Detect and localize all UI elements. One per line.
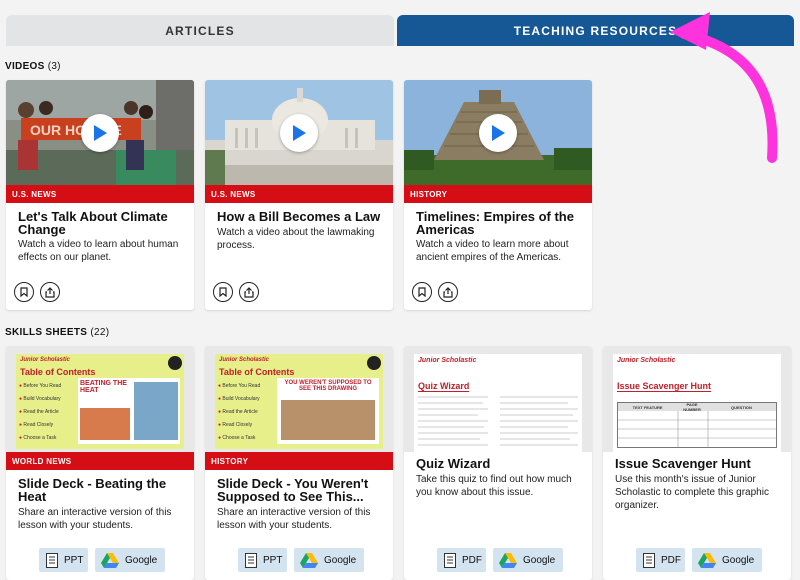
annotation-arrow-icon: [670, 12, 778, 163]
card-description: Watch a video to learn about human effec…: [18, 239, 179, 263]
card-description: Share an interactive version of this les…: [217, 507, 371, 531]
document-icon: [444, 552, 456, 568]
pdf-download-button[interactable]: PDF: [636, 548, 685, 572]
video-card[interactable]: HISTORY Timelines: Empires of the Americ…: [404, 80, 592, 310]
card-title[interactable]: Timelines: Empires of the Americas: [416, 210, 584, 236]
category-label: WORLD NEWS: [6, 452, 194, 470]
google-drive-button[interactable]: Google: [95, 548, 165, 572]
thumb-step: ● Choose a Task: [218, 435, 256, 441]
video-card[interactable]: U.S. NEWS How a Bill Becomes a Law Watch…: [205, 80, 393, 310]
card-description: Use this month's issue of Junior Scholas…: [615, 474, 769, 511]
video-thumbnail[interactable]: OUR HO FIRE: [6, 80, 194, 185]
video-card[interactable]: OUR HO FIRE U.S. NEWS Let's Talk About C…: [6, 80, 194, 310]
thumb-step: ● Build Vocabulary: [19, 396, 61, 402]
videos-section-label: VIDEOS (3): [5, 61, 61, 72]
table-column-header: TEXT FEATURE: [632, 404, 663, 410]
google-drive-icon: [101, 552, 119, 568]
category-label: HISTORY: [404, 185, 592, 203]
skills-sheet-card[interactable]: Junior Scholastic Quiz Wizard Quiz Wizar…: [404, 346, 592, 580]
thumb-step: ● Choose a Task: [19, 435, 57, 441]
skills-sheet-thumbnail[interactable]: Junior Scholastic Issue Scavenger Hunt T…: [603, 346, 791, 452]
card-title[interactable]: Slide Deck - Beating the Heat: [18, 477, 186, 503]
document-icon: [643, 552, 655, 568]
play-button[interactable]: [280, 113, 318, 152]
google-drive-button[interactable]: Google: [692, 548, 762, 572]
play-button[interactable]: [81, 113, 119, 152]
category-label: U.S. NEWS: [205, 185, 393, 203]
share-icon[interactable]: [239, 282, 259, 302]
skills-sheet-card[interactable]: Junior Scholastic Issue Scavenger Hunt T…: [603, 346, 791, 580]
share-icon[interactable]: [438, 282, 458, 302]
google-drive-icon: [300, 552, 318, 568]
thumb-step: ● Before You Read: [19, 383, 62, 389]
card-title[interactable]: Quiz Wizard: [416, 457, 584, 470]
thumb-step: ● Read Closely: [19, 422, 54, 428]
thumb-heading: Quiz Wizard: [418, 381, 470, 392]
card-description: Take this quiz to find out how much you …: [416, 474, 572, 498]
thumb-heading: Issue Scavenger Hunt: [617, 381, 712, 392]
table-column-header: QUESTION: [730, 404, 752, 410]
thumb-headline: YOU WEREN'T SUPPOSED TO SEE THIS DRAWING: [284, 380, 372, 392]
share-icon[interactable]: [40, 282, 60, 302]
thumb-brand: Junior Scholastic: [20, 357, 71, 363]
category-label: U.S. NEWS: [6, 185, 194, 203]
skills-sheet-thumbnail[interactable]: Junior Scholastic Table of Contents ● Be…: [6, 346, 194, 452]
skills-sheet-thumbnail[interactable]: Junior Scholastic Quiz Wizard: [404, 346, 592, 452]
google-drive-button[interactable]: Google: [493, 548, 563, 572]
thumb-brand: Junior Scholastic: [219, 357, 270, 363]
thumb-step: ● Before You Read: [218, 383, 261, 389]
card-description: Watch a video about the lawmaking proces…: [217, 227, 375, 251]
skills-sheet-card[interactable]: Junior Scholastic Table of Contents ● Be…: [6, 346, 194, 580]
thumb-step: ● Read Closely: [218, 422, 253, 428]
skills-sheet-thumbnail[interactable]: Junior Scholastic Table of Contents ● Be…: [205, 346, 393, 452]
thumb-step: ● Read the Article: [218, 409, 258, 415]
thumb-heading: Table of Contents: [20, 367, 96, 377]
ppt-download-button[interactable]: PPT: [39, 548, 88, 572]
skills-section-label: SKILLS SHEETS (22): [5, 327, 110, 338]
thumb-brand: Junior Scholastic: [418, 357, 477, 364]
thumb-step: ● Read the Article: [19, 409, 59, 415]
card-title[interactable]: Let's Talk About Climate Change: [18, 210, 186, 236]
play-button[interactable]: [479, 113, 517, 152]
google-drive-button[interactable]: Google: [294, 548, 364, 572]
thumb-step: ● Build Vocabulary: [218, 396, 260, 402]
card-title[interactable]: Issue Scavenger Hunt: [615, 457, 783, 470]
document-icon: [245, 552, 257, 568]
bookmark-icon[interactable]: [14, 282, 34, 302]
ppt-download-button[interactable]: PPT: [238, 548, 287, 572]
pdf-download-button[interactable]: PDF: [437, 548, 486, 572]
thumb-heading: Table of Contents: [219, 367, 295, 377]
thumb-brand: Junior Scholastic: [617, 357, 676, 364]
google-drive-icon: [698, 552, 716, 568]
skills-sheet-card[interactable]: Junior Scholastic Table of Contents ● Be…: [205, 346, 393, 580]
card-title[interactable]: Slide Deck - You Weren't Supposed to See…: [217, 477, 385, 503]
document-icon: [46, 552, 58, 568]
thumb-headline: BEATING THE HEAT: [80, 380, 127, 394]
bookmark-icon[interactable]: [412, 282, 432, 302]
card-description: Share an interactive version of this les…: [18, 507, 172, 531]
tab-articles[interactable]: ARTICLES: [6, 15, 394, 46]
google-drive-icon: [499, 552, 517, 568]
bookmark-icon[interactable]: [213, 282, 233, 302]
card-description: Watch a video to learn more about ancien…: [416, 239, 569, 263]
category-label: HISTORY: [205, 452, 393, 470]
video-thumbnail[interactable]: [205, 80, 393, 185]
globe-icon: [168, 356, 182, 370]
globe-icon: [367, 356, 381, 370]
card-title[interactable]: How a Bill Becomes a Law: [217, 210, 385, 223]
video-thumbnail[interactable]: [404, 80, 592, 185]
